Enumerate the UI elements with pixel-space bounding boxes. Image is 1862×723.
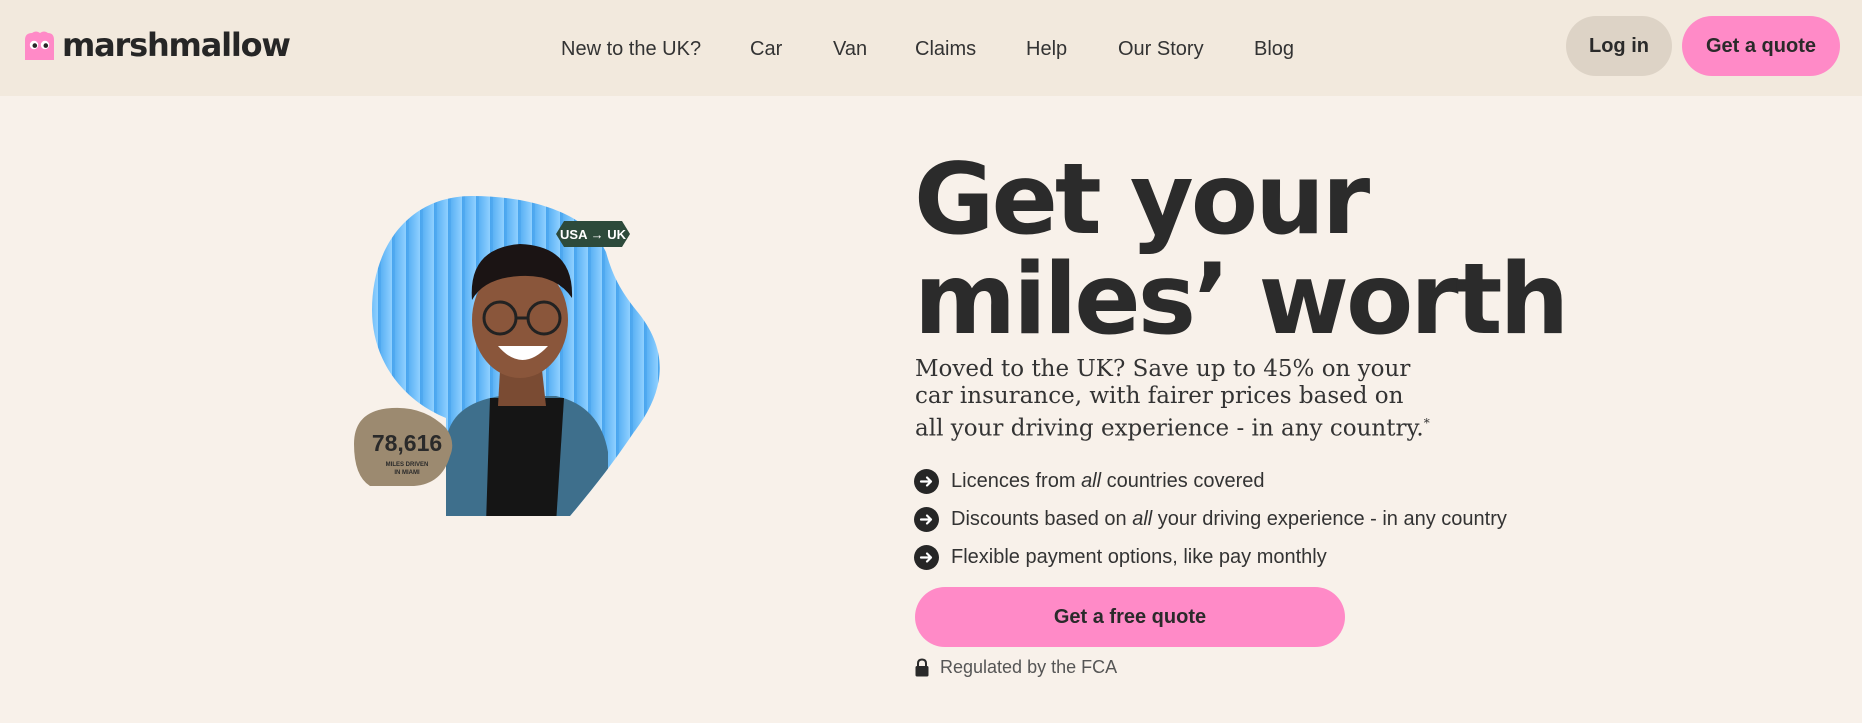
nav-new-to-uk[interactable]: New to the UK? [561,37,701,61]
miles-badge: 78,616 MILES DRIVEN IN MIAMI [354,407,453,486]
nav-claims[interactable]: Claims [915,37,976,61]
nav-van[interactable]: Van [833,37,867,61]
logo-wordmark: marshmallow [62,26,291,64]
fca-regulation: Regulated by the FCA [914,657,1117,678]
svg-text:USA → UK: USA → UK [560,227,627,242]
hero-subtitle: Moved to the UK? Save up to 45% on your … [915,356,1435,443]
route-badge: USA → UK [556,221,630,247]
login-button[interactable]: Log in [1566,16,1672,76]
lock-icon [915,657,929,676]
title-line-2: miles’ worth [914,243,1569,357]
subtitle-text: Moved to the UK? Save up to 45% on your … [915,356,1424,442]
page-title: Get your miles’ worth [914,143,1569,357]
nav-car[interactable]: Car [750,37,782,61]
benefit-text: Flexible payment options, like pay month… [951,545,1327,568]
get-quote-button[interactable]: Get a quote [1682,16,1840,76]
svg-text:78,616: 78,616 [372,430,442,456]
benefits-list: Licences from all countries covered Disc… [914,462,1507,576]
svg-text:MILES DRIVEN: MILES DRIVEN [386,462,429,468]
benefit-text: Licences from all countries covered [951,469,1265,492]
benefit-text: Discounts based on all your driving expe… [951,507,1507,530]
hero-photo-illustration: USA → UK 78,616 MILES DRIVEN IN MIAMI [354,196,660,516]
footnote-mark: * [1423,416,1430,430]
arrow-right-circle-icon [914,468,939,494]
site-header: marshmallow New to the UK? Car Van Claim… [0,0,1862,96]
benefit-item: Discounts based on all your driving expe… [914,500,1507,538]
svg-text:IN MIAMI: IN MIAMI [394,470,420,476]
logo[interactable]: marshmallow [20,26,291,64]
nav-our-story[interactable]: Our Story [1118,37,1204,61]
fca-text: Regulated by the FCA [940,657,1118,677]
nav-help[interactable]: Help [1026,37,1067,61]
title-line-1: Get your [914,143,1370,257]
get-free-quote-button[interactable]: Get a free quote [915,587,1345,647]
hero-image: USA → UK 78,616 MILES DRIVEN IN MIAMI [350,192,670,529]
marshmallow-mascot-icon [25,31,54,60]
benefit-item: Flexible payment options, like pay month… [914,538,1507,576]
nav-blog[interactable]: Blog [1254,37,1294,61]
arrow-right-circle-icon [914,544,939,570]
arrow-right-circle-icon [914,506,939,532]
benefit-item: Licences from all countries covered [914,462,1507,500]
